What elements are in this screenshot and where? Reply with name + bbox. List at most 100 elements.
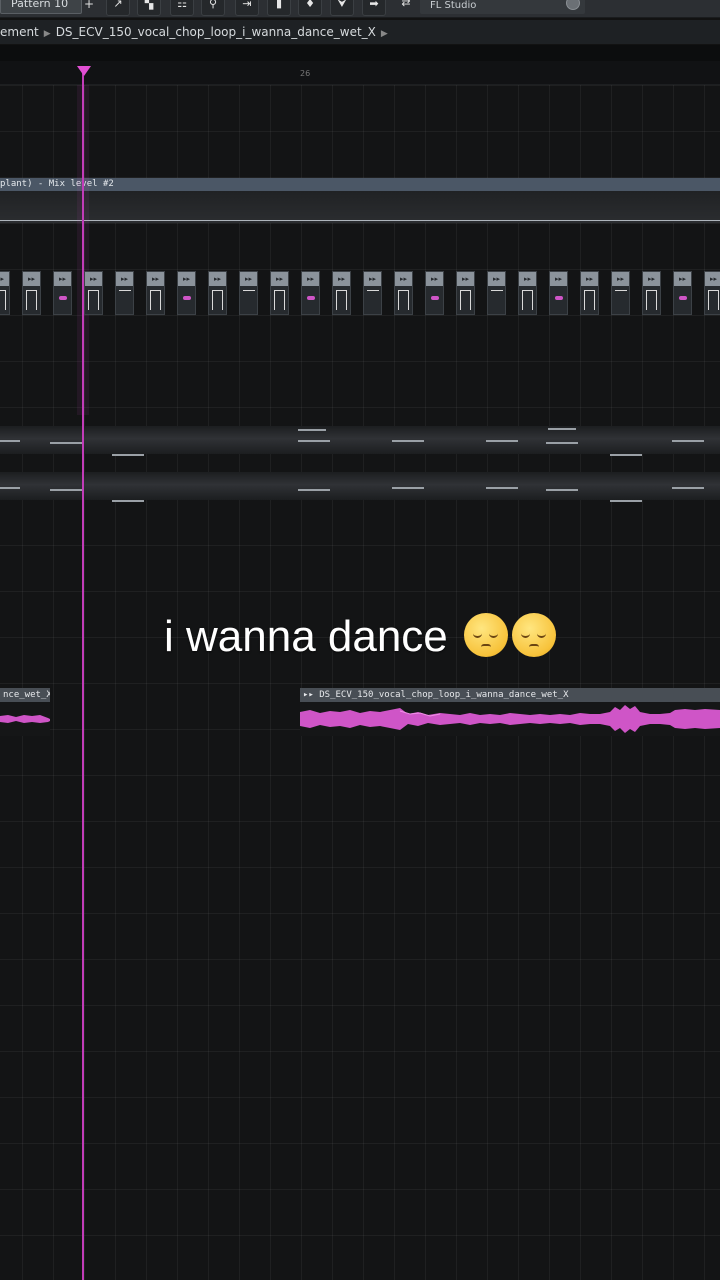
pattern-clip[interactable]: ▸▸: [177, 271, 196, 315]
tool-button-3[interactable]: ☷: [170, 0, 194, 16]
note-dash[interactable]: [112, 500, 144, 502]
tool-button-4[interactable]: ⚲: [201, 0, 225, 16]
pattern-clip[interactable]: ▸▸: [394, 271, 413, 315]
pattern-clip[interactable]: ▸▸: [611, 271, 630, 315]
video-caption: i wanna dance: [0, 612, 720, 662]
pattern-clip[interactable]: ▸▸: [704, 271, 720, 315]
chevron-right-icon: ▶: [380, 29, 388, 39]
note-dash[interactable]: [672, 487, 704, 489]
pattern-clip-header: ▸▸: [550, 272, 567, 286]
audio-clip-main[interactable]: ▸▸ DS_ECV_150_vocal_chop_loop_i_wanna_da…: [300, 688, 720, 736]
pattern-add-icon[interactable]: +: [82, 0, 96, 14]
pattern-clip-header: ▸▸: [519, 272, 536, 286]
note-lane[interactable]: [0, 426, 720, 454]
audio-clip-left[interactable]: nce_wet_X: [0, 688, 50, 736]
pattern-clip-header: ▸▸: [457, 272, 474, 286]
pattern-clip-header: ▸▸: [178, 272, 195, 286]
note-dash[interactable]: [392, 487, 424, 489]
note-lane[interactable]: [0, 472, 720, 500]
pattern-clip[interactable]: ▸▸: [425, 271, 444, 315]
pattern-clip[interactable]: ▸▸: [239, 271, 258, 315]
overview-strip[interactable]: [0, 45, 720, 61]
pattern-clip[interactable]: ▸▸: [0, 271, 10, 315]
pattern-clip[interactable]: ▸▸: [549, 271, 568, 315]
pattern-clip-header: ▸▸: [0, 272, 9, 286]
note-dash[interactable]: [486, 487, 518, 489]
tool-button-2[interactable]: ▚: [137, 0, 161, 16]
pattern-clip[interactable]: ▸▸: [84, 271, 103, 315]
pattern-preview: [183, 296, 191, 300]
pattern-clip-header: ▸▸: [488, 272, 505, 286]
note-dash[interactable]: [486, 440, 518, 442]
note-dash[interactable]: [298, 440, 330, 442]
pattern-clip[interactable]: ▸▸: [642, 271, 661, 315]
note-dash[interactable]: [0, 440, 20, 442]
pattern-preview: [584, 290, 595, 310]
note-dash[interactable]: [298, 489, 330, 491]
pattern-clip-header: ▸▸: [581, 272, 598, 286]
tool-button-9[interactable]: ➡: [362, 0, 386, 16]
pattern-preview: [367, 290, 379, 291]
tool-button-7[interactable]: ♦: [298, 0, 322, 16]
pattern-clip-header: ▸▸: [426, 272, 443, 286]
pattern-preview: [0, 290, 6, 310]
note-dash[interactable]: [112, 454, 144, 456]
note-dash[interactable]: [298, 429, 326, 431]
pattern-preview: [615, 290, 627, 291]
tool-button-6[interactable]: ▮: [267, 0, 291, 16]
note-dash[interactable]: [0, 487, 20, 489]
pattern-clip[interactable]: ▸▸: [580, 271, 599, 315]
note-dash[interactable]: [672, 440, 704, 442]
pattern-clip[interactable]: ▸▸: [518, 271, 537, 315]
pattern-preview: [398, 290, 409, 310]
pattern-clip[interactable]: ▸▸: [673, 271, 692, 315]
pattern-clip[interactable]: ▸▸: [53, 271, 72, 315]
toolbar: Pattern 10 + ↗ ▚ ☷ ⚲ ⇥ ▮ ♦ ⮟ ➡ ⇄ FL Stud…: [0, 0, 720, 18]
pattern-preview: [26, 290, 37, 310]
note-dash[interactable]: [392, 440, 424, 442]
pattern-clip-header: ▸▸: [240, 272, 257, 286]
pattern-clip[interactable]: ▸▸: [363, 271, 382, 315]
note-dash[interactable]: [548, 428, 576, 430]
emoji-relieved-icon: [512, 613, 556, 657]
tool-button-5[interactable]: ⇥: [235, 0, 259, 16]
pattern-clip-header: ▸▸: [612, 272, 629, 286]
pattern-clip[interactable]: ▸▸: [22, 271, 41, 315]
pattern-clip-header: ▸▸: [364, 272, 381, 286]
breadcrumb: ement ▶ DS_ECV_150_vocal_chop_loop_i_wanna…: [0, 20, 720, 44]
pattern-clip[interactable]: ▸▸: [146, 271, 165, 315]
pattern-preview: [431, 296, 439, 300]
pattern-preview: [88, 290, 99, 310]
note-dash[interactable]: [610, 500, 642, 502]
playlist-grid[interactable]: [0, 85, 720, 1280]
note-dash[interactable]: [546, 489, 578, 491]
audio-clip-title: ▸▸ DS_ECV_150_vocal_chop_loop_i_wanna_da…: [300, 688, 720, 702]
playhead-marker-icon[interactable]: [77, 66, 91, 76]
pattern-preview: [555, 296, 563, 300]
tool-button-8[interactable]: ⮟: [330, 0, 354, 16]
chevron-right-icon: ▶: [43, 29, 51, 39]
pattern-clip[interactable]: ▸▸: [456, 271, 475, 315]
pattern-preview: [243, 290, 255, 291]
pattern-clip[interactable]: ▸▸: [332, 271, 351, 315]
timeline-ruler[interactable]: 26: [0, 61, 720, 85]
note-dash[interactable]: [50, 489, 82, 491]
pattern-clip[interactable]: ▸▸: [115, 271, 134, 315]
pattern-selector[interactable]: Pattern 10: [0, 0, 82, 14]
breadcrumb-parent[interactable]: ement: [0, 20, 39, 44]
tool-button-1[interactable]: ↗: [106, 0, 130, 16]
pattern-clip[interactable]: ▸▸: [301, 271, 320, 315]
pattern-clip-header: ▸▸: [116, 272, 133, 286]
pattern-preview: [307, 296, 315, 300]
playhead-line[interactable]: [82, 72, 84, 1280]
automation-clip-header[interactable]: plant) - Mix level #2: [0, 178, 720, 191]
pattern-clip[interactable]: ▸▸: [208, 271, 227, 315]
note-dash[interactable]: [546, 442, 578, 444]
note-dash[interactable]: [50, 442, 82, 444]
pattern-clip[interactable]: ▸▸: [270, 271, 289, 315]
automation-clip-body[interactable]: [0, 191, 720, 223]
pattern-clip[interactable]: ▸▸: [487, 271, 506, 315]
note-dash[interactable]: [610, 454, 642, 456]
breadcrumb-current[interactable]: DS_ECV_150_vocal_chop_loop_i_wanna_dance…: [56, 20, 376, 44]
tool-button-10[interactable]: ⇄: [394, 0, 418, 16]
